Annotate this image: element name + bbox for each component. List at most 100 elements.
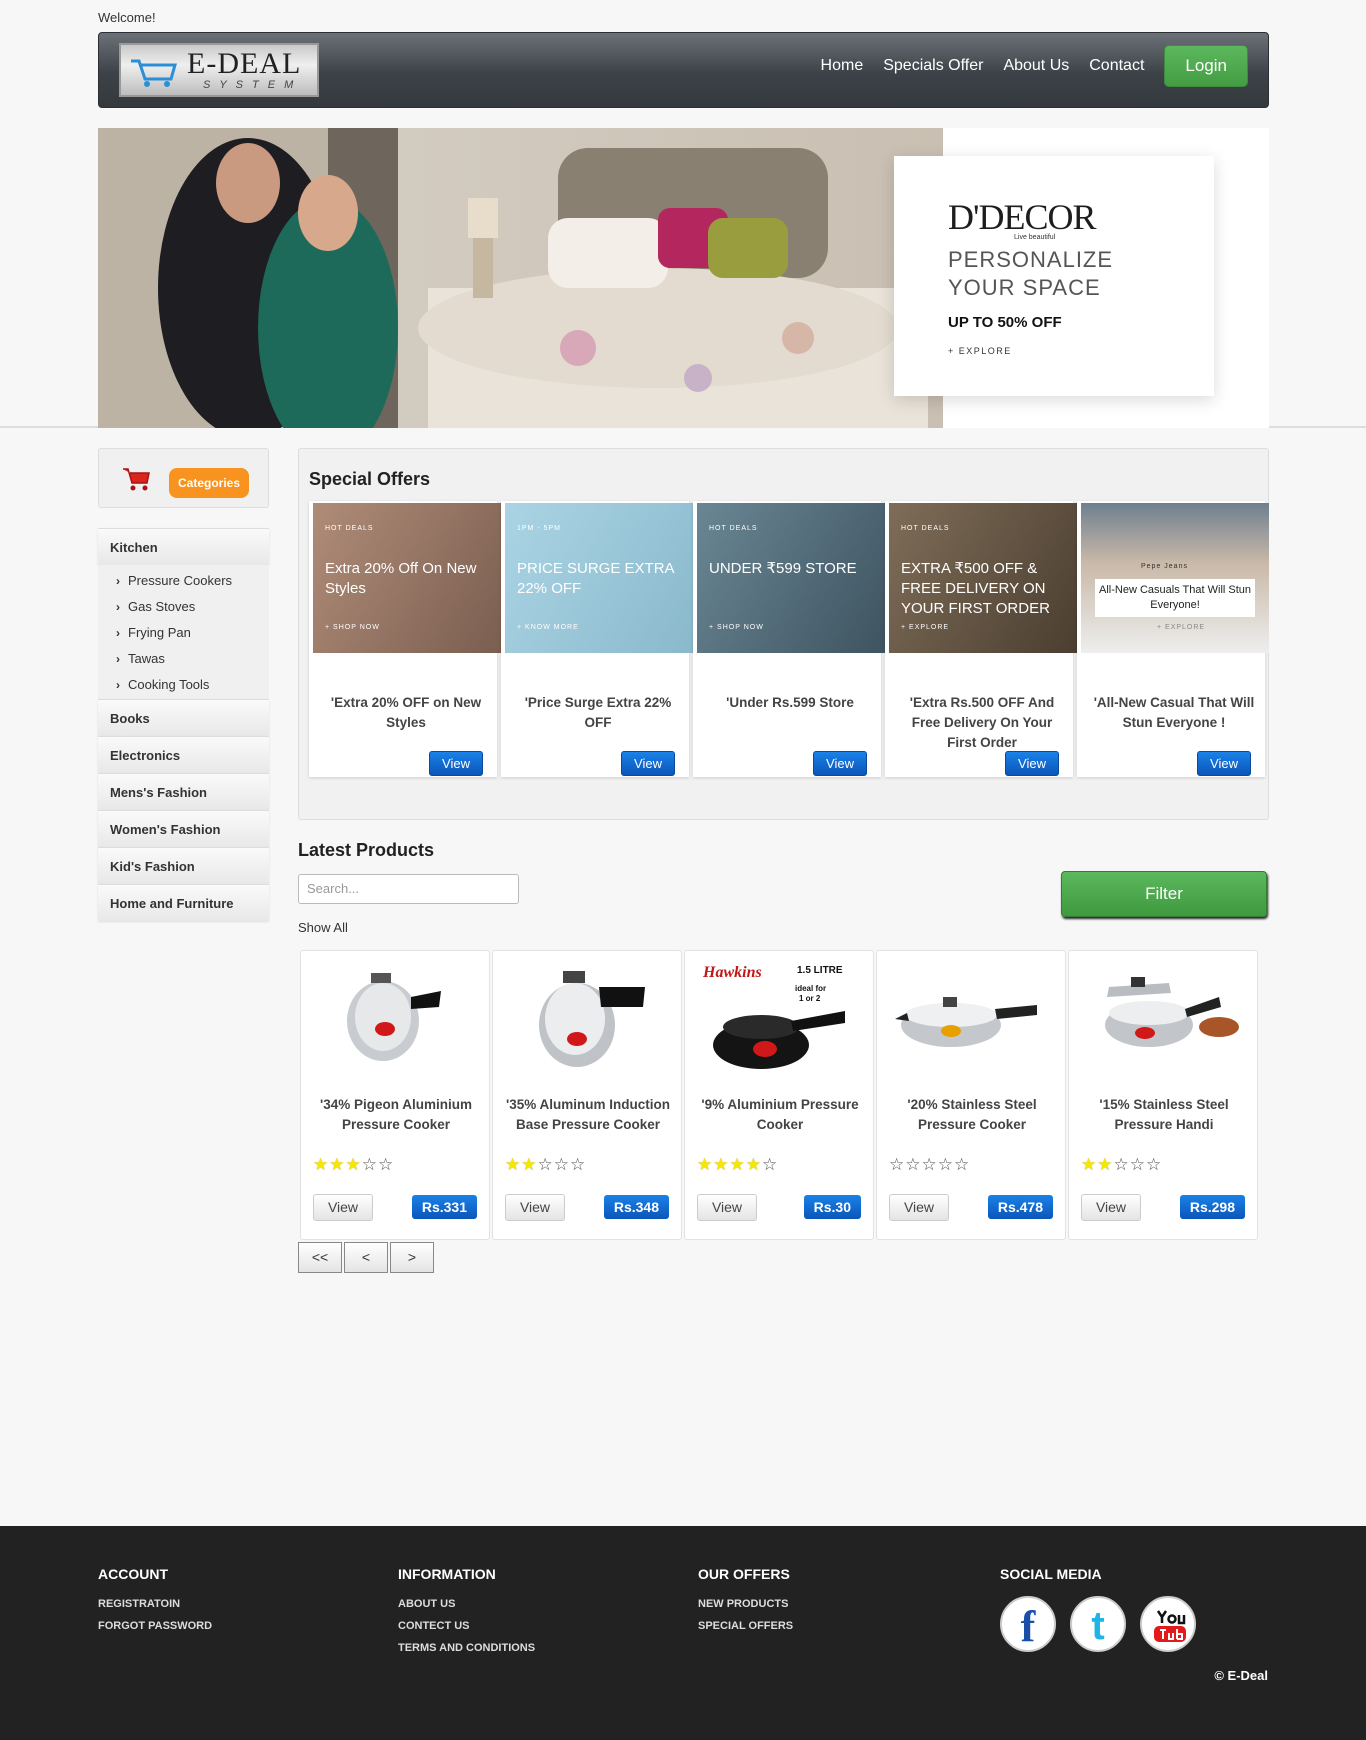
pressure-cooker-image[interactable] <box>503 957 671 1077</box>
offer-image-headline: All-New Casuals That Will Stun Everyone! <box>1095 579 1255 617</box>
product-price-button[interactable]: Rs.30 <box>803 1195 861 1219</box>
sidebar-item-womens-fashion[interactable]: Women's Fashion <box>98 810 269 847</box>
footer-account: ACCOUNT REGISTRATOIN FORGOT PASSWORD <box>98 1566 212 1642</box>
product-view-button[interactable]: View <box>313 1194 373 1221</box>
sidebar-item-kids-fashion[interactable]: Kid's Fashion <box>98 847 269 884</box>
categories-button[interactable]: Categories <box>169 468 250 498</box>
pager-first-button[interactable]: << <box>298 1242 342 1273</box>
youtube-logo-graphic <box>1152 1610 1188 1642</box>
site-logo[interactable]: E-DEAL SYSTEM <box>119 43 319 97</box>
offer-title: 'Extra 20% OFF on New Styles <box>330 695 482 730</box>
sidebar-item-home-furniture[interactable]: Home and Furniture <box>98 884 269 921</box>
rating-stars: ★★★★☆ <box>697 1155 779 1174</box>
offer-image[interactable]: HOT DEALS EXTRA ₹500 OFF & FREE DELIVERY… <box>889 503 1077 653</box>
pressure-cooker-image[interactable]: Hawkins 1.5 LITRE ideal for 1 or 2 <box>695 957 863 1077</box>
pager-prev-button[interactable]: < <box>344 1242 388 1273</box>
product-title: '35% Aluminum Induction Base Pressure Co… <box>506 1097 670 1132</box>
cart-logo-icon <box>131 59 177 87</box>
pressure-cooker-image[interactable] <box>311 957 479 1077</box>
special-offers-heading: Special Offers <box>309 469 431 489</box>
product-price-button[interactable]: Rs.348 <box>603 1195 669 1219</box>
kitchen-submenu: › Pressure Cookers › Gas Stoves › Frying Pa… <box>98 565 269 699</box>
site-footer: ACCOUNT REGISTRATOIN FORGOT PASSWORD INF… <box>0 1526 1366 1740</box>
pager-next-button[interactable]: > <box>390 1242 434 1273</box>
logo-subtext: SYSTEM <box>203 79 303 91</box>
product-view-button[interactable]: View <box>505 1194 565 1221</box>
search-input[interactable]: Search... <box>298 874 519 904</box>
special-offers-panel: Special Offers HOT DEALS Extra 20% Off O… <box>298 448 1269 820</box>
filter-button[interactable]: Filter <box>1061 871 1267 917</box>
pressure-handi-image[interactable] <box>1079 957 1247 1077</box>
offer-image-headline: UNDER ₹599 STORE <box>709 560 857 577</box>
offer-view-button[interactable]: View <box>429 751 483 776</box>
offer-view-button[interactable]: View <box>1005 751 1059 776</box>
product-price-button[interactable]: Rs.478 <box>987 1195 1053 1219</box>
footer-link-about-us[interactable]: ABOUT US <box>398 1598 535 1610</box>
product-view-button[interactable]: View <box>1081 1194 1141 1221</box>
product-title: '9% Aluminium Pressure Cooker <box>701 1097 859 1132</box>
offer-view-button[interactable]: View <box>813 751 867 776</box>
footer-link-registration[interactable]: REGISTRATOIN <box>98 1598 212 1610</box>
footer-link-contact-us[interactable]: CONTECT US <box>398 1620 535 1632</box>
offer-image-headline: Extra 20% Off On New Styles <box>325 560 477 597</box>
offer-image[interactable]: HOT DEALS Extra 20% Off On New Styles + … <box>313 503 501 653</box>
sidebar-item-mens-fashion[interactable]: Mens's Fashion <box>98 773 269 810</box>
offer-card: Pepe Jeans All-New Casuals That Will Stu… <box>1077 501 1269 777</box>
offer-image-kicker: 1PM - 5PM <box>517 525 562 532</box>
footer-link-terms[interactable]: TERMS AND CONDITIONS <box>398 1642 535 1654</box>
nav-contact[interactable]: Contact <box>1089 57 1144 75</box>
subitem-tawas[interactable]: › Tawas <box>98 647 269 673</box>
nav-about-us[interactable]: About Us <box>1003 57 1069 75</box>
product-price-button[interactable]: Rs.298 <box>1179 1195 1245 1219</box>
offer-title: 'Price Surge Extra 22% OFF <box>524 695 672 730</box>
login-button[interactable]: Login <box>1164 45 1248 87</box>
hero-bedroom-image <box>98 128 943 428</box>
footer-link-special-offers[interactable]: SPECIAL OFFERS <box>698 1620 793 1632</box>
rating-stars: ☆☆☆☆☆ <box>889 1155 971 1174</box>
svg-text:ideal for: ideal for <box>795 984 826 993</box>
offer-view-button[interactable]: View <box>621 751 675 776</box>
product-view-button[interactable]: View <box>889 1194 949 1221</box>
youtube-icon[interactable] <box>1140 1596 1196 1652</box>
twitter-icon[interactable]: t <box>1070 1596 1126 1652</box>
subitem-gas-stoves[interactable]: › Gas Stoves <box>98 595 269 621</box>
pagination: << < > <box>298 1242 436 1273</box>
hero-banner[interactable]: D'DECOR Live beautiful PERSONALIZE YOUR … <box>98 128 1269 428</box>
product-title: '15% Stainless Steel Pressure Handi <box>1099 1097 1229 1132</box>
rating-stars: ★★☆☆☆ <box>1081 1155 1163 1174</box>
hero-title: PERSONALIZE YOUR SPACE <box>948 247 1114 300</box>
footer-information-title: INFORMATION <box>398 1566 496 1582</box>
nav-specials-offer[interactable]: Specials Offer <box>883 57 983 75</box>
footer-link-forgot-password[interactable]: FORGOT PASSWORD <box>98 1620 212 1632</box>
svg-text:1 or 2: 1 or 2 <box>799 994 821 1003</box>
subitem-pressure-cookers[interactable]: › Pressure Cookers <box>98 569 269 595</box>
sidebar-item-electronics[interactable]: Electronics <box>98 736 269 773</box>
facebook-icon[interactable]: f <box>1000 1596 1056 1652</box>
main-nav: Home Specials Offer About Us Contact Log… <box>801 45 1248 87</box>
product-card: '34% Pigeon Aluminium Pressure Cooker ★★… <box>300 950 490 1240</box>
product-price-button[interactable]: Rs.331 <box>411 1195 477 1219</box>
offer-view-button[interactable]: View <box>1197 751 1251 776</box>
offer-image-headline: EXTRA ₹500 OFF & FREE DELIVERY ON YOUR F… <box>901 560 1050 617</box>
nav-home[interactable]: Home <box>821 57 864 75</box>
sidebar-item-kitchen[interactable]: Kitchen <box>98 528 269 565</box>
logo-text: E-DEAL <box>187 47 302 80</box>
subitem-label: Tawas <box>128 651 165 666</box>
subitem-cooking-tools[interactable]: › Cooking Tools <box>98 673 269 699</box>
show-all-link[interactable]: Show All <box>298 920 348 935</box>
footer-offers-title: OUR OFFERS <box>698 1566 790 1582</box>
offer-card: HOT DEALS UNDER ₹599 STORE + SHOP NOW 'U… <box>693 501 885 777</box>
footer-link-new-products[interactable]: NEW PRODUCTS <box>698 1598 793 1610</box>
product-view-button[interactable]: View <box>697 1194 757 1221</box>
offer-image[interactable]: Pepe Jeans All-New Casuals That Will Stu… <box>1081 503 1269 653</box>
hero-explore-link[interactable]: + EXPLORE <box>948 346 1012 356</box>
pressure-cooker-image[interactable] <box>887 957 1055 1077</box>
offer-image[interactable]: 1PM - 5PM PRICE SURGE EXTRA 22% OFF + KN… <box>505 503 693 653</box>
subitem-label: Frying Pan <box>128 625 191 640</box>
social-icons: f t <box>1000 1596 1210 1652</box>
sidebar-item-books[interactable]: Books <box>98 699 269 736</box>
hero-offer: UP TO 50% OFF <box>948 314 1062 331</box>
offer-image[interactable]: HOT DEALS UNDER ₹599 STORE + SHOP NOW <box>697 503 885 653</box>
subitem-frying-pan[interactable]: › Frying Pan <box>98 621 269 647</box>
svg-text:1.5 LITRE: 1.5 LITRE <box>797 965 843 976</box>
